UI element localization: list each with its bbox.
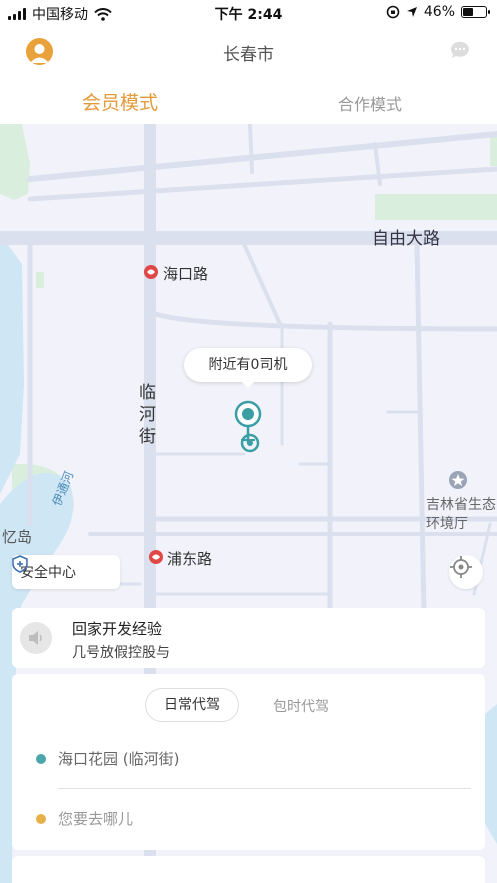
map-label-island: 忆岛 xyxy=(2,528,33,546)
rotation-lock-icon xyxy=(386,5,400,19)
city-title[interactable]: 长春市 xyxy=(0,40,497,65)
map-label-pudong-station: 浦东路 xyxy=(167,550,213,568)
message-icon[interactable] xyxy=(449,40,471,64)
location-arrow-icon xyxy=(406,7,417,17)
locate-me-button[interactable] xyxy=(449,555,483,589)
map-label-env-bureau: 吉林省生态环境厅 xyxy=(426,497,496,532)
origin-text: 海口花园 (临河街) xyxy=(58,750,180,768)
tab-daily-driving[interactable]: 日常代驾 xyxy=(145,688,239,722)
notice-card[interactable]: 回家开发经验 几号放假控股与 xyxy=(12,608,485,668)
origin-dot-icon xyxy=(36,753,46,764)
notice-title: 回家开发经验 xyxy=(72,620,163,638)
destination-input: 您要去哪儿 xyxy=(58,810,134,828)
battery-percent: 46% xyxy=(423,4,455,20)
map-label-ziyou-road: 自由大路 xyxy=(372,229,440,249)
station-marker-pudong xyxy=(149,550,163,564)
safety-center-label: 安全中心 xyxy=(20,565,76,581)
current-location-pin xyxy=(234,400,262,453)
station-marker-haikou xyxy=(144,265,158,279)
battery-icon xyxy=(461,6,490,18)
shield-icon xyxy=(12,555,28,573)
tab-cooperation-mode[interactable]: 合作模式 xyxy=(338,91,402,115)
crosshair-icon xyxy=(450,556,472,578)
notice-subtitle: 几号放假控股与 xyxy=(72,645,170,661)
speaker-icon xyxy=(20,622,52,654)
origin-row[interactable]: 海口花园 (临河街) xyxy=(36,748,179,769)
destination-row[interactable]: 您要去哪儿 xyxy=(36,808,133,829)
app-header: 长春市 xyxy=(0,26,497,76)
map-label-linhe-street: 临河街 xyxy=(139,383,156,447)
nearby-drivers-bubble: 附近有0司机 xyxy=(184,348,312,388)
status-bar: 中国移动 下午 2:44 46% xyxy=(0,0,497,26)
status-right: 46% xyxy=(386,4,490,20)
tab-member-mode[interactable]: 会员模式 xyxy=(82,88,158,115)
bottom-card xyxy=(12,856,485,883)
order-card: 日常代驾 包时代驾 海口花园 (临河街) 您要去哪儿 xyxy=(12,674,485,850)
map-label-haikou-station: 海口路 xyxy=(163,265,209,283)
divider xyxy=(58,788,471,789)
tab-hourly-driving[interactable]: 包时代驾 xyxy=(273,696,329,716)
destination-dot-icon xyxy=(36,813,46,824)
mode-tabs: 会员模式 合作模式 xyxy=(0,76,497,124)
safety-center-button[interactable]: 安全中心 xyxy=(12,555,120,589)
